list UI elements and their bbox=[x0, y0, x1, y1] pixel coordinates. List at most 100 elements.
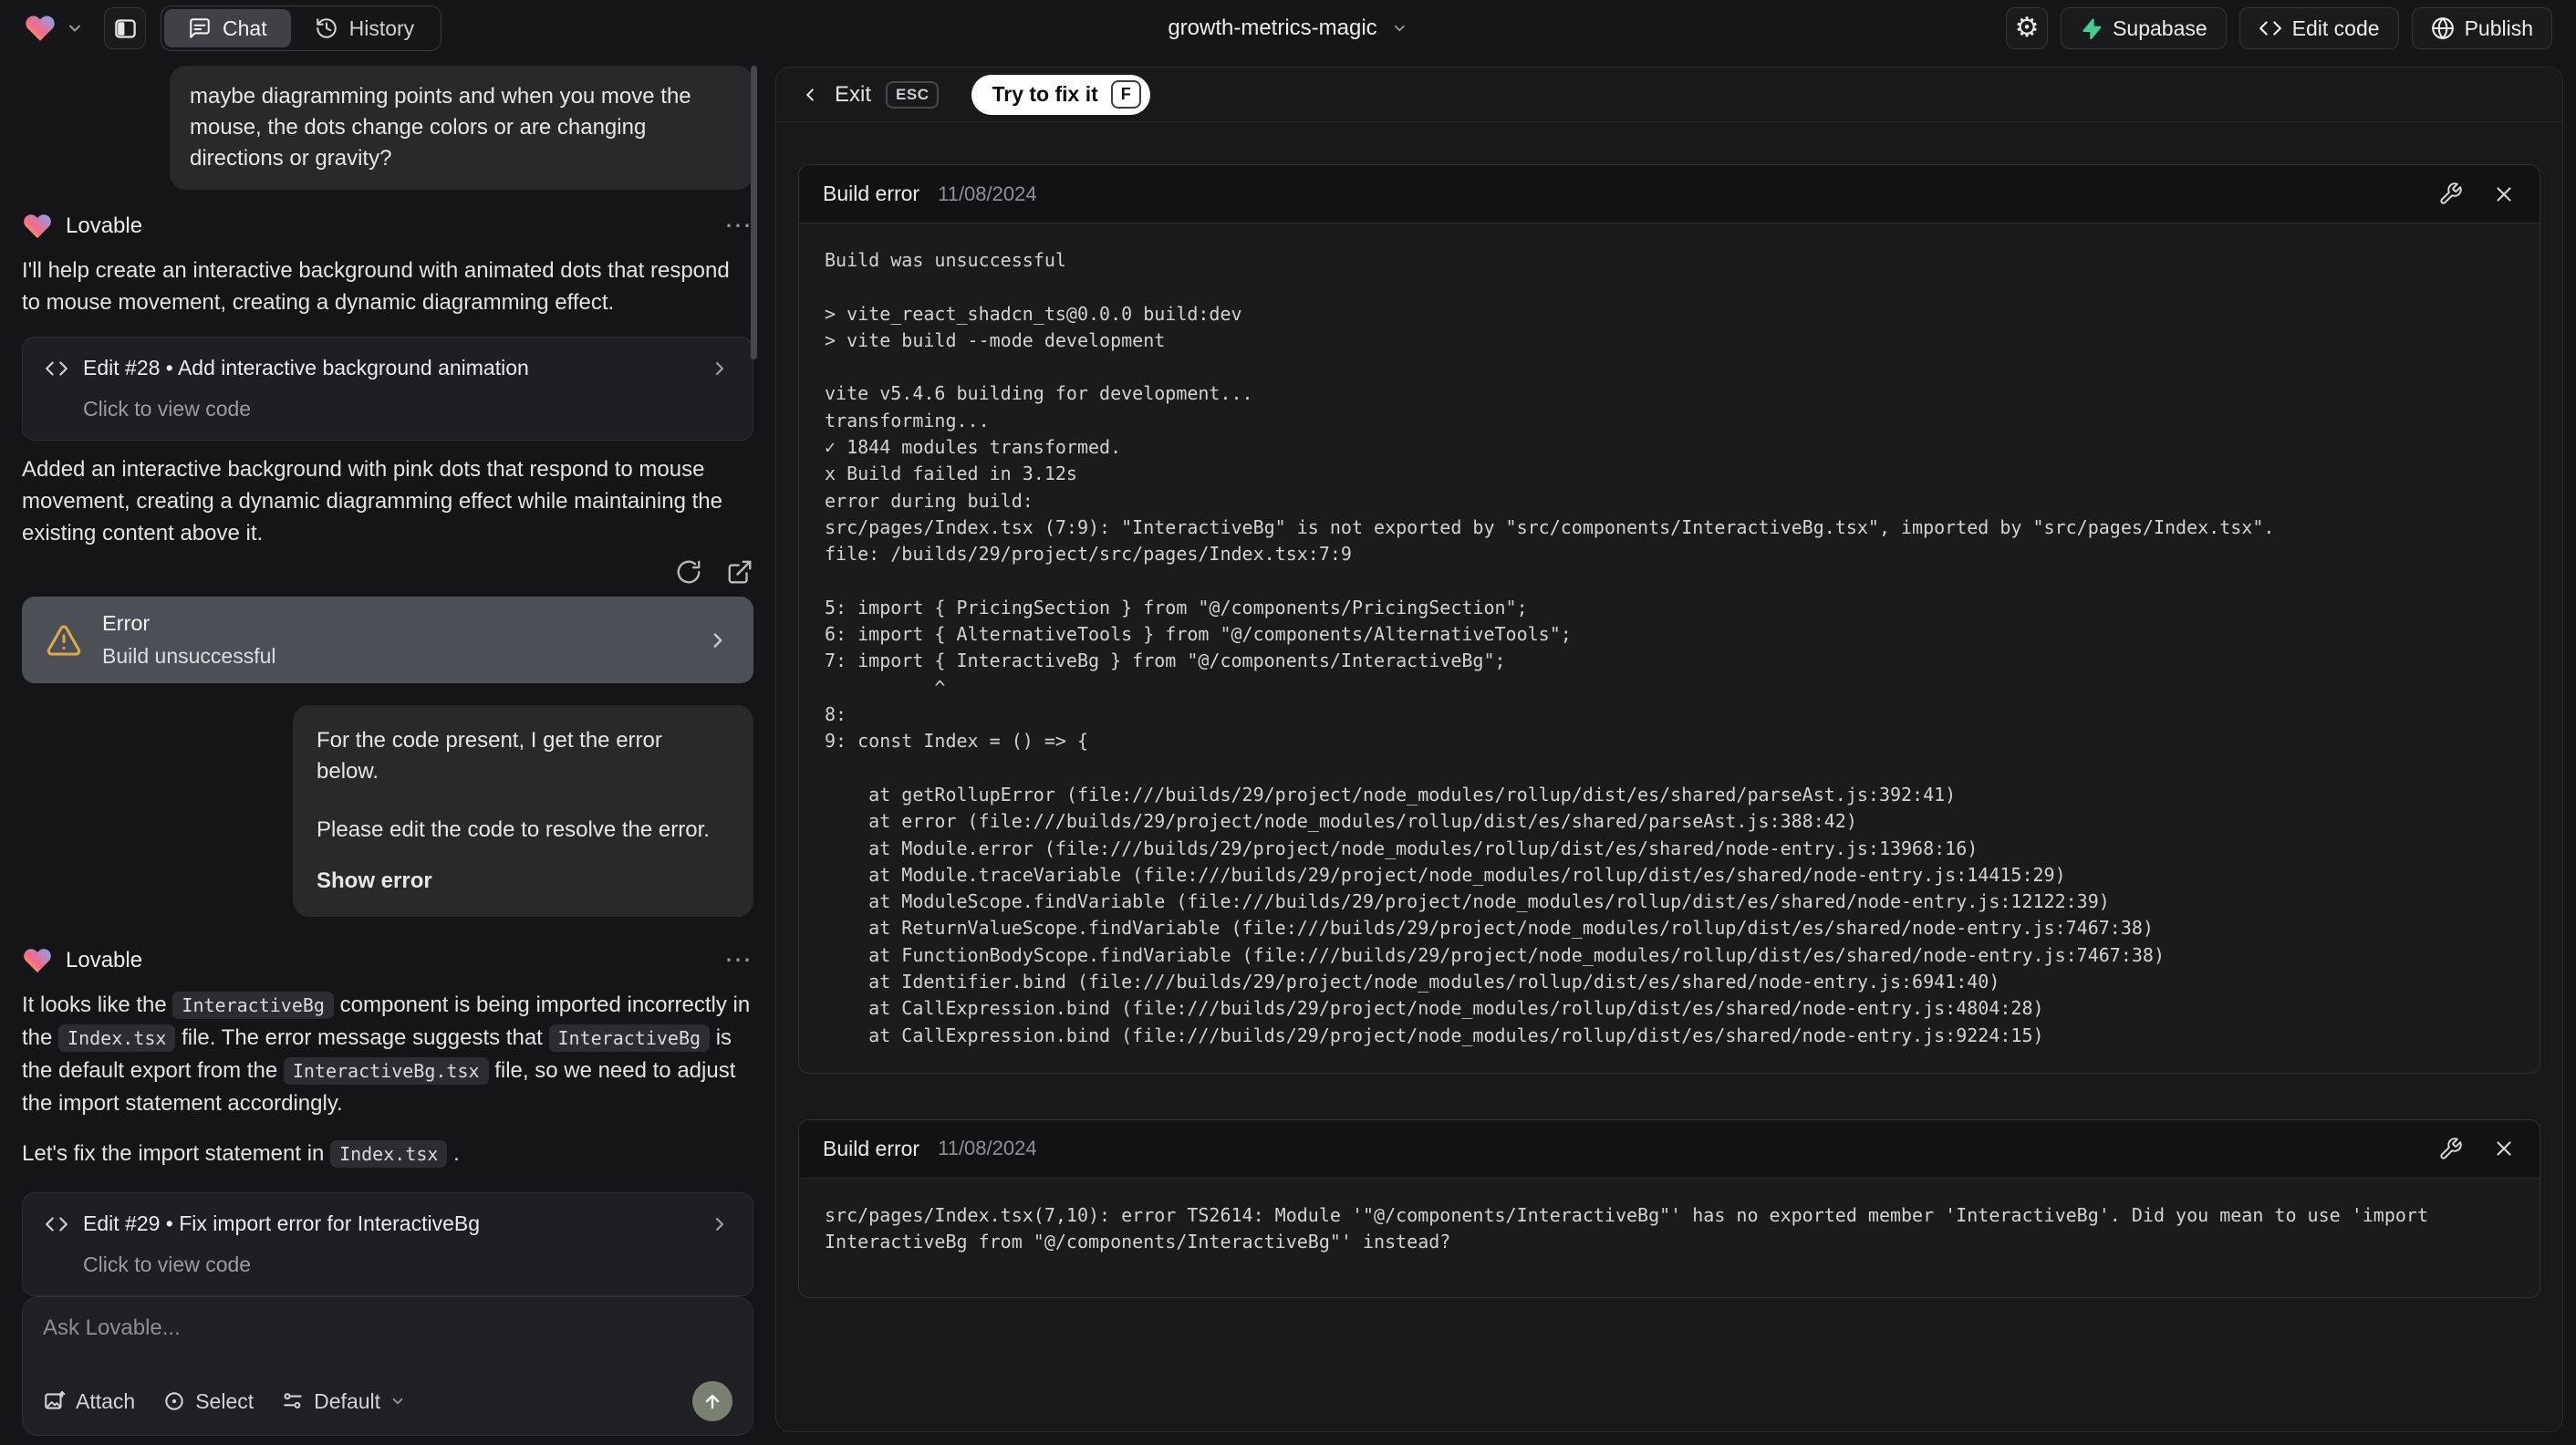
assistant-message: Added an interactive background with pin… bbox=[22, 457, 722, 546]
try-to-fix-label: Try to fix it bbox=[992, 82, 1098, 106]
edit-28-card[interactable]: Edit #28 • Add interactive background an… bbox=[22, 337, 753, 441]
exit-button[interactable]: Exit ESC bbox=[800, 80, 940, 109]
open-external-icon[interactable] bbox=[726, 558, 753, 586]
close-icon[interactable] bbox=[2492, 182, 2516, 206]
globe-icon bbox=[2431, 16, 2455, 40]
gear-icon: ⚙ bbox=[2014, 13, 2040, 43]
attach-button[interactable]: Attach bbox=[43, 1389, 135, 1414]
sidebar-panel-icon bbox=[113, 16, 138, 41]
build-log: src/pages/Index.tsx(7,10): error TS2614:… bbox=[825, 1203, 2440, 1253]
project-chevron-down-icon bbox=[1392, 20, 1408, 36]
build-error-date: 11/08/2024 bbox=[938, 182, 1037, 205]
arrow-up-icon bbox=[701, 1390, 723, 1412]
chat-history-tab-group: Chat History bbox=[161, 5, 442, 51]
wrench-icon[interactable] bbox=[2438, 1137, 2463, 1161]
inline-code: InteractiveBg.tsx bbox=[283, 1057, 489, 1085]
tab-history-label: History bbox=[348, 16, 415, 40]
build-error-title: Build error bbox=[823, 182, 920, 205]
assistant-header: Lovable ⋯ bbox=[22, 210, 753, 242]
publish-label: Publish bbox=[2464, 16, 2533, 40]
settings-button[interactable]: ⚙ bbox=[2006, 7, 2049, 49]
sliders-icon bbox=[281, 1389, 305, 1413]
project-name-dropdown[interactable]: growth-metrics-magic bbox=[1168, 16, 1407, 41]
logo-chevron-down-icon[interactable] bbox=[66, 19, 84, 37]
tab-history[interactable]: History bbox=[291, 9, 439, 47]
select-target-icon bbox=[162, 1389, 186, 1413]
chevron-right-icon bbox=[709, 1213, 731, 1235]
code-brackets-icon bbox=[45, 357, 68, 380]
message-more-menu-icon[interactable]: ⋯ bbox=[724, 210, 753, 242]
build-error-date: 11/08/2024 bbox=[938, 1137, 1037, 1160]
message-actions bbox=[22, 558, 753, 586]
inline-code: Index.tsx bbox=[58, 1024, 176, 1052]
error-card-subtitle: Build unsuccessful bbox=[102, 644, 276, 668]
chat-scrollbar[interactable] bbox=[751, 66, 757, 359]
preview-header: Exit ESC Try to fix it F bbox=[776, 68, 2562, 122]
edit-code-button[interactable]: Edit code bbox=[2238, 7, 2399, 49]
inline-code: Index.tsx bbox=[330, 1140, 448, 1168]
send-button[interactable] bbox=[692, 1381, 732, 1421]
code-brackets-icon bbox=[2259, 16, 2282, 40]
assistant-message: It looks like the InteractiveBg componen… bbox=[22, 992, 751, 1116]
project-name: growth-metrics-magic bbox=[1168, 16, 1377, 40]
user-message: maybe diagramming points and when you mo… bbox=[170, 66, 753, 190]
code-brackets-icon bbox=[45, 1212, 68, 1236]
attach-label: Attach bbox=[76, 1388, 136, 1413]
build-error-card[interactable]: Error Build unsuccessful bbox=[22, 597, 753, 683]
assistant-message: I'll help create an interactive backgrou… bbox=[22, 258, 730, 315]
build-error-card-2: Build error 11/08/2024 src/pages/Index.t… bbox=[798, 1118, 2540, 1298]
sidebar-toggle-button[interactable] bbox=[104, 7, 146, 49]
close-icon[interactable] bbox=[2492, 1137, 2516, 1160]
message-more-menu-icon[interactable]: ⋯ bbox=[724, 944, 753, 976]
supabase-bolt-icon bbox=[2080, 17, 2103, 40]
tab-chat-label: Chat bbox=[223, 16, 267, 40]
chat-bubble-icon bbox=[188, 16, 212, 40]
chevron-left-icon bbox=[800, 85, 820, 105]
top-bar: Chat History growth-metrics-magic ⚙ Supa… bbox=[0, 0, 2576, 57]
select-label: Select bbox=[195, 1388, 254, 1413]
show-error-label: Show error bbox=[317, 868, 432, 893]
model-selector[interactable]: Default bbox=[281, 1389, 406, 1414]
select-button[interactable]: Select bbox=[162, 1389, 254, 1414]
history-clock-icon bbox=[315, 16, 338, 40]
build-error-header: Build error 11/08/2024 bbox=[799, 1119, 2540, 1179]
warning-triangle-icon bbox=[46, 622, 82, 659]
edit-29-subtitle: Click to view code bbox=[83, 1253, 252, 1276]
edit-28-subtitle: Click to view code bbox=[83, 397, 252, 421]
exit-label: Exit bbox=[835, 81, 872, 107]
inline-code: InteractiveBg bbox=[172, 992, 334, 1019]
esc-key-badge: ESC bbox=[886, 80, 940, 109]
chat-input-box: Attach Select Default bbox=[22, 1296, 753, 1436]
restore-icon[interactable] bbox=[675, 558, 702, 586]
user-message: For the code present, I get the error be… bbox=[293, 705, 753, 917]
assistant-name: Lovable bbox=[66, 213, 143, 238]
supabase-button[interactable]: Supabase bbox=[2061, 7, 2227, 49]
lovable-heart-icon bbox=[22, 945, 53, 976]
tab-chat[interactable]: Chat bbox=[164, 9, 291, 47]
chat-input[interactable] bbox=[43, 1315, 732, 1354]
try-to-fix-button[interactable]: Try to fix it F bbox=[971, 74, 1150, 115]
attach-image-icon bbox=[43, 1389, 67, 1413]
f-key-badge: F bbox=[1110, 80, 1141, 109]
chevron-right-icon bbox=[706, 629, 730, 652]
publish-button[interactable]: Publish bbox=[2411, 7, 2552, 49]
edit-29-card[interactable]: Edit #29 • Fix import error for Interact… bbox=[22, 1192, 753, 1296]
build-error-title: Build error bbox=[823, 1136, 920, 1160]
model-chevron-down-icon bbox=[390, 1393, 406, 1409]
build-error-header: Build error 11/08/2024 bbox=[799, 165, 2540, 224]
build-log: Build was unsuccessful > vite_react_shad… bbox=[825, 249, 2275, 1046]
assistant-header: Lovable ⋯ bbox=[22, 944, 753, 976]
inline-code: InteractiveBg bbox=[548, 1024, 711, 1052]
error-cards-list: Build error 11/08/2024 Build was unsucce… bbox=[776, 122, 2562, 1298]
assistant-message: Let's fix the import statement in Index.… bbox=[22, 1140, 460, 1168]
lovable-heart-icon bbox=[22, 211, 53, 242]
error-card-title: Error bbox=[102, 611, 151, 635]
chat-panel: maybe diagramming points and when you mo… bbox=[0, 57, 775, 1445]
model-label: Default bbox=[314, 1388, 381, 1413]
edit-29-title: Edit #29 • Fix import error for Interact… bbox=[83, 1211, 480, 1235]
build-error-card-1: Build error 11/08/2024 Build was unsucce… bbox=[798, 164, 2540, 1074]
build-error-body: Build was unsuccessful > vite_react_shad… bbox=[799, 224, 2540, 1073]
lovable-logo-heart-icon[interactable] bbox=[24, 12, 57, 45]
wrench-icon[interactable] bbox=[2438, 182, 2463, 206]
user-message-line: For the code present, I get the error be… bbox=[317, 728, 662, 784]
